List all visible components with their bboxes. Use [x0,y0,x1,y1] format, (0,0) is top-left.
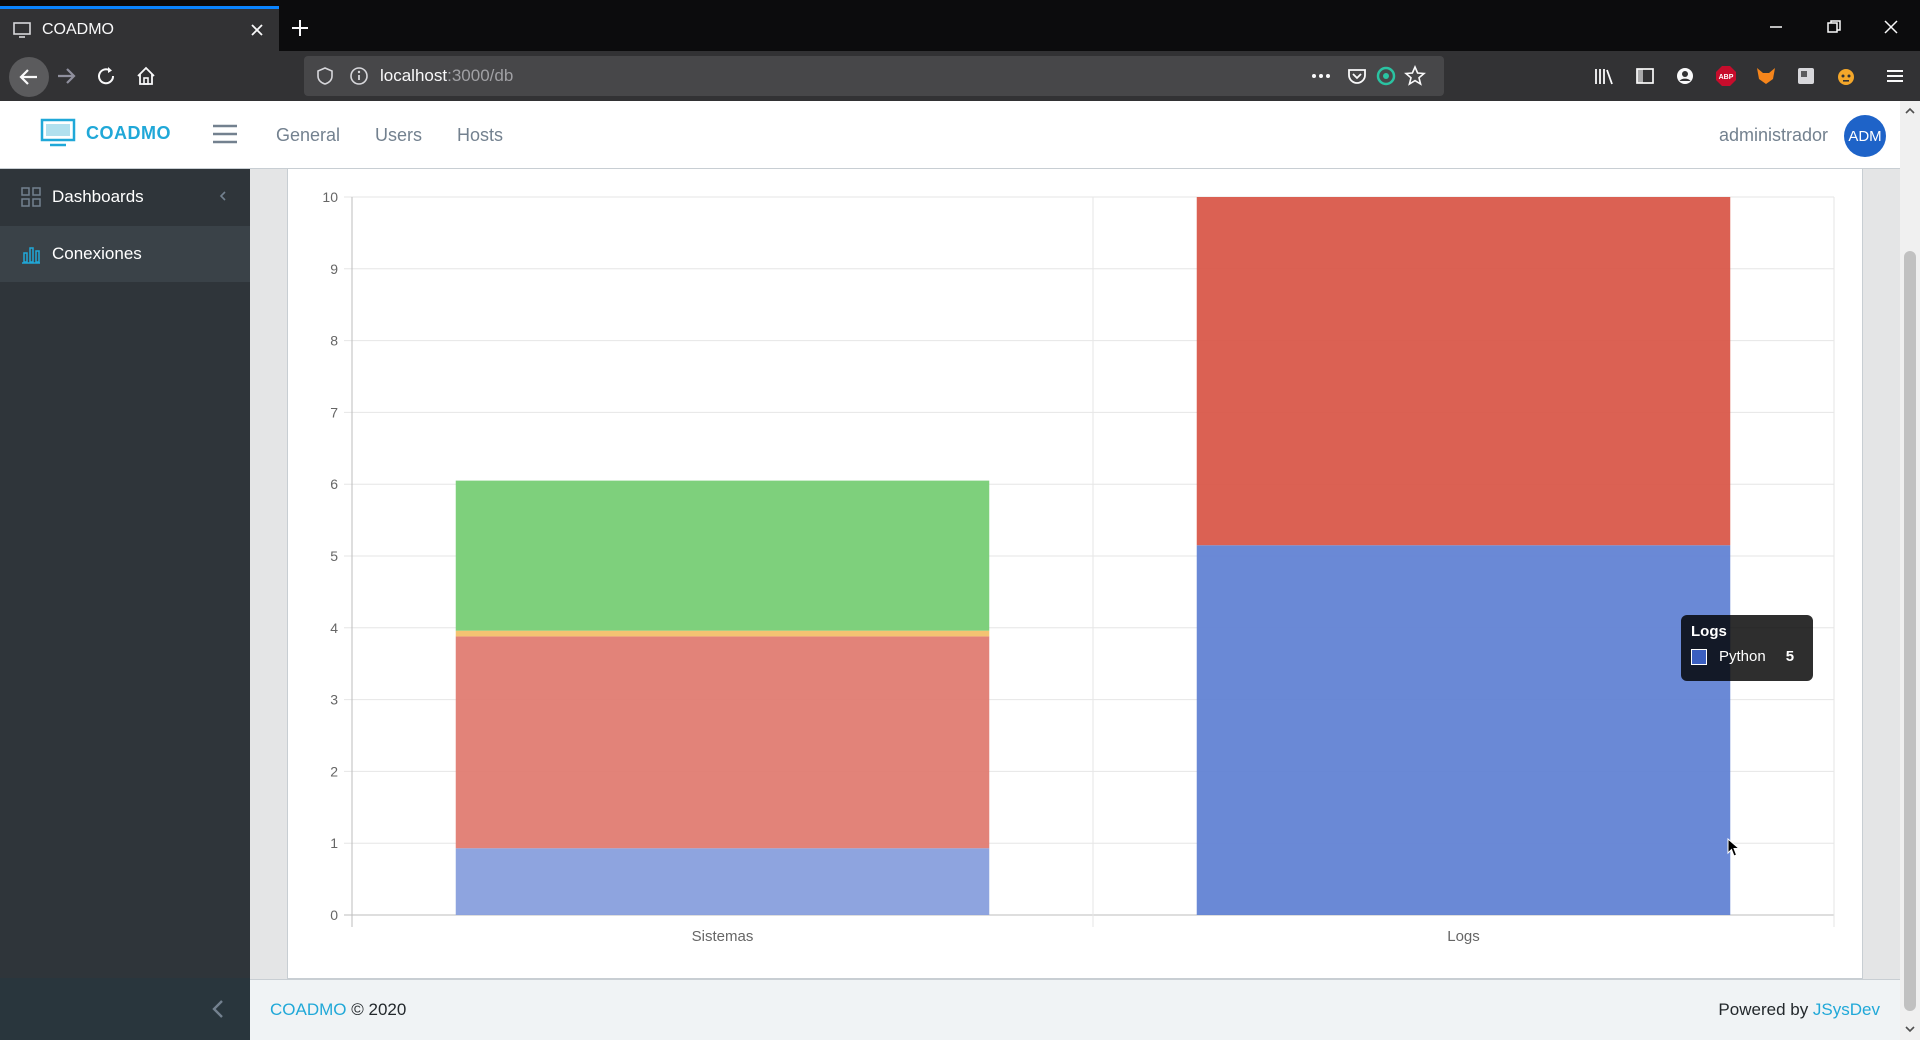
brand-logo[interactable]: COADMO [40,118,171,148]
chevron-left-icon [219,191,226,201]
library-icon[interactable] [1591,63,1617,89]
nav-general[interactable]: General [276,125,340,146]
sidebar-item-label: Dashboards [52,187,144,206]
monitor-icon [13,22,31,38]
nav-hosts[interactable]: Hosts [457,125,503,146]
adblock-icon[interactable]: ABP [1713,63,1739,89]
bar-segment [1196,197,1731,546]
bot-extension-icon[interactable] [1833,63,1859,89]
stacked-bar-chart: 0 1 2 3 4 5 6 7 8 9 10 Sistemas Logs [322,189,1835,945]
reload-icon[interactable] [93,63,119,89]
mouse-cursor-icon [1727,838,1741,857]
minimize-icon[interactable] [1765,16,1787,38]
tooltip-row: Python 5 [1691,648,1803,665]
url-path: :3000/db [447,66,514,85]
puzzle-extension-icon[interactable] [1793,63,1819,89]
back-icon[interactable] [9,57,49,97]
tab-title: COADMO [42,21,114,38]
browser-tab[interactable]: COADMO [0,6,279,51]
y-tick-label: 10 [322,189,338,205]
scroll-thumb[interactable] [1904,251,1916,1011]
bar-chart-icon [22,247,40,264]
y-tick-label: 8 [330,333,338,349]
avatar[interactable]: ADM [1844,115,1886,157]
extension-ring-icon[interactable] [1375,65,1397,87]
svg-text:ABP: ABP [1719,74,1734,81]
y-tick-label: 5 [330,548,338,564]
close-window-icon[interactable] [1880,16,1902,38]
sidebar-item-dashboards[interactable]: Dashboards [0,169,250,225]
copyright-text: © 2020 [351,1000,407,1019]
pocket-icon[interactable] [1346,65,1368,87]
x-tick-label: Logs [1447,928,1480,945]
restore-icon[interactable] [1823,16,1845,38]
username: administrador [1718,125,1828,145]
tooltip-value: 5 [1785,648,1795,665]
new-tab-icon[interactable] [288,16,312,40]
y-tick-label: 1 [330,835,338,851]
scroll-down-icon[interactable] [1904,1023,1916,1035]
chart-card: 0 1 2 3 4 5 6 7 8 9 10 Sistemas Logs Logs Python 5 [287,169,1863,979]
tab-close-icon[interactable] [247,20,267,40]
bar-segment [455,630,990,637]
x-tick-label: Sistemas [692,928,754,945]
powered-link[interactable]: JSysDev [1813,1000,1880,1019]
hamburger-menu-icon[interactable] [212,123,238,145]
y-tick-label: 3 [330,692,338,708]
bar-segment [1196,545,1731,915]
footer-copyright: COADMO © 2020 [270,1000,406,1020]
bar-segment [455,636,990,849]
monitor-logo-icon [40,118,76,147]
brand-name: COADMO [86,122,171,143]
scroll-up-icon[interactable] [1904,105,1916,117]
y-tick-label: 4 [330,620,338,636]
footer-powered-by: Powered by JSysDev [1718,1000,1880,1020]
chart-tooltip: Logs Python 5 [1681,615,1813,681]
powered-prefix: Powered by [1718,1000,1813,1019]
fox-extension-icon[interactable] [1753,63,1779,89]
url-host: localhost [380,66,448,85]
home-icon[interactable] [133,63,159,89]
app-header: COADMO General Users Hosts administrador… [0,101,1900,169]
y-tick-label: 2 [330,763,338,779]
nav-users[interactable]: Users [375,125,422,146]
shield-icon[interactable] [314,65,336,87]
browser-tab-bar: COADMO [0,0,1920,51]
sidebar: Dashboards Conexiones [0,169,250,1040]
forward-icon[interactable] [53,63,79,89]
sidebar-footer [0,978,250,1040]
browser-nav-bar: localhost:3000/db ABP [0,51,1920,101]
page-scrollbar[interactable] [1900,101,1920,1040]
tooltip-swatch [1691,648,1707,665]
y-tick-label: 9 [330,261,338,277]
tooltip-label: Python [1719,648,1766,665]
info-icon[interactable] [348,65,370,87]
account-icon[interactable] [1672,63,1698,89]
more-actions-icon[interactable] [1310,65,1332,87]
url-text: localhost:3000/db [380,66,513,86]
y-tick-label: 6 [330,476,338,492]
app-footer: COADMO © 2020 Powered by JSysDev [250,979,1900,1040]
sidebar-minimizer-icon[interactable] [208,997,230,1021]
url-bar[interactable]: localhost:3000/db [304,56,1444,96]
sidebar-toggle-icon[interactable] [1632,63,1658,89]
footer-brand-link[interactable]: COADMO [270,1000,347,1019]
y-tick-label: 7 [330,404,338,420]
menu-icon[interactable] [1882,63,1908,89]
y-tick-label: 0 [330,907,338,923]
sidebar-item-conexiones[interactable]: Conexiones [0,226,250,282]
grid-icon [21,187,41,207]
bookmark-star-icon[interactable] [1404,65,1426,87]
bar-segment [455,848,990,915]
sidebar-item-label: Conexiones [52,244,142,263]
tooltip-title: Logs [1691,623,1727,640]
bar-segment [455,480,990,631]
